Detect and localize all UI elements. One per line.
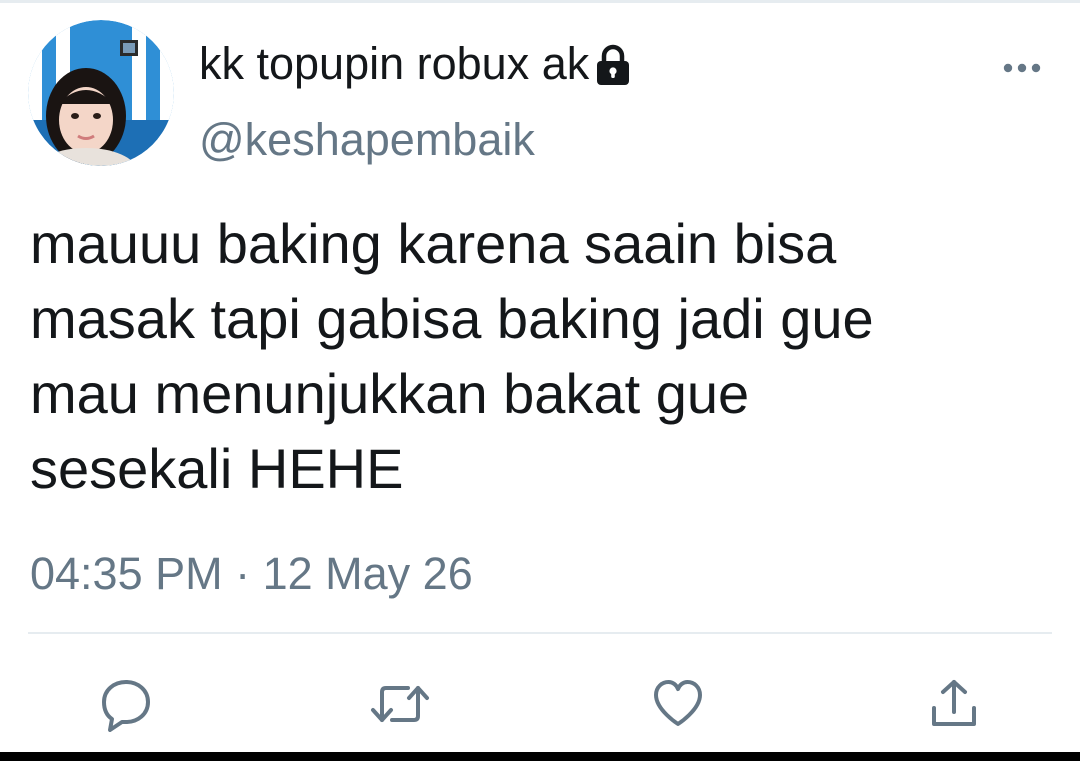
avatar-image: [28, 20, 174, 166]
top-divider: [0, 0, 1080, 3]
display-name[interactable]: kk topupin robux ak: [199, 38, 633, 90]
retweet-icon: [368, 676, 432, 732]
like-button[interactable]: [648, 674, 708, 734]
bottom-edge: [0, 752, 1080, 761]
heart-icon: [650, 676, 706, 732]
tweet-text: mauuu baking karena saain bisa masak tap…: [30, 212, 874, 500]
tweet-timestamp[interactable]: 04:35 PM · 12 May 26: [30, 546, 473, 602]
more-icon[interactable]: [1002, 60, 1042, 76]
lock-icon: [593, 44, 633, 88]
retweet-button[interactable]: [370, 674, 430, 734]
share-icon: [926, 676, 982, 732]
user-handle[interactable]: @keshapembaik: [199, 114, 535, 166]
reply-icon: [98, 676, 154, 732]
share-button[interactable]: [924, 674, 984, 734]
display-name-text: kk topupin robux ak: [199, 38, 590, 89]
action-divider: [28, 632, 1052, 634]
reply-button[interactable]: [96, 674, 156, 734]
avatar[interactable]: [28, 20, 174, 166]
